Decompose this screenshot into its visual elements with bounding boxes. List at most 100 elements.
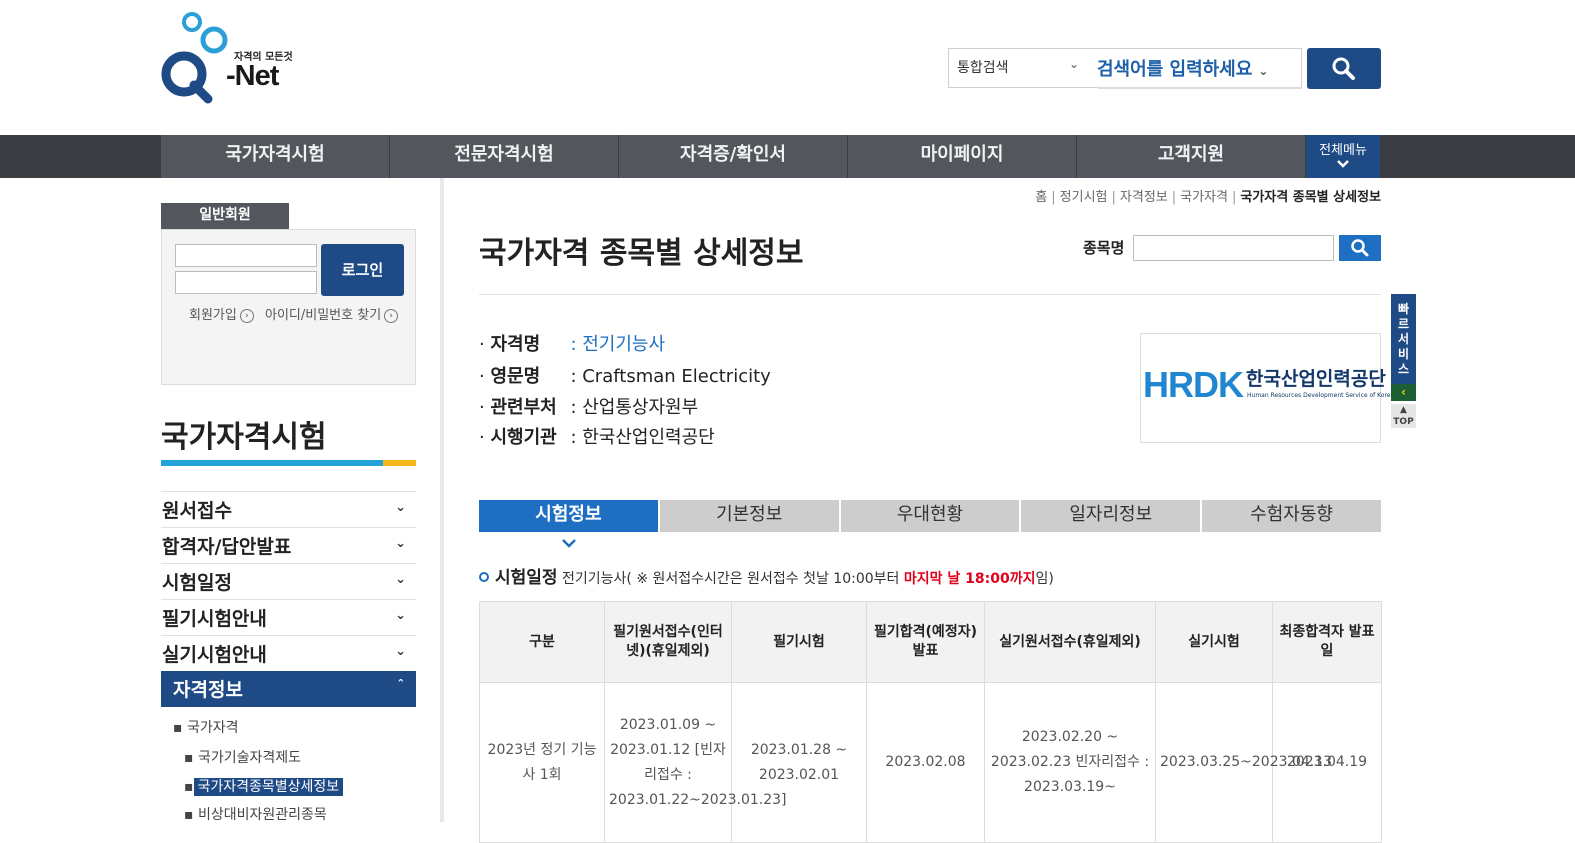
find-account-label: 아이디/비밀번호 찾기 (265, 308, 382, 323)
bullet-ring-icon (479, 572, 489, 582)
gnb-item-support[interactable]: 고객지원 (1077, 135, 1306, 178)
search-input[interactable]: 검색어를 입력하세요 ⌄ (1097, 49, 1301, 87)
breadcrumb: 홈 | 정기시험 | 자격정보 | 국가자격 | 국가자격 종목별 상세정보 (1035, 190, 1381, 205)
hrdk-logo: HRDK 한국산업인력공단 Human Resources Developmen… (1140, 333, 1394, 443)
search-scope-label: 통합검색 (957, 60, 1009, 76)
table-cell: 2023년 정기 기능사 1회 (479, 682, 605, 843)
chevron-down-icon: ⌄ (1258, 64, 1269, 78)
info-row-agency: · 시행기관: 한국산업인력공단 (479, 423, 715, 449)
table-header-row: 구분 필기원서접수(인터넷)(휴일제외) 필기시험 필기합격(예정자)발표 실기… (479, 601, 1382, 683)
sidebar-item-qualification-info[interactable]: 자격정보 ˆ (161, 671, 416, 707)
quick-service-panel: 빠르서비스 ‹ ▲ TOP (1391, 294, 1416, 434)
login-box: 로그인 회원가입 › 아이디/비밀번호 찾기 › (161, 229, 416, 385)
schedule-note-deadline: 마지막 날 18:00까지 (903, 571, 1036, 587)
table-header: 필기시험 (731, 601, 867, 683)
chevron-down-icon: ⌄ (395, 500, 406, 515)
sub-item-label: 비상대비자원관리종목 (197, 807, 327, 823)
chevron-down-icon: ⌄ (395, 572, 406, 587)
sub-item-national-qualification[interactable]: ▪ 국가자격 (173, 717, 238, 737)
table-header: 최종합격자 발표일 (1272, 601, 1382, 683)
info-value: : 한국산업인력공단 (570, 427, 715, 448)
table-cell: 2023.02.20 ~ 2023.02.23 빈자리접수 : 2023.03.… (984, 682, 1156, 843)
logo-text: -Net (226, 60, 279, 92)
tab-exam-info[interactable]: 시험정보 (479, 500, 660, 532)
signup-link[interactable]: 회원가입 › (189, 304, 254, 323)
active-tab-pointer-icon (562, 536, 576, 552)
sidebar-item-label: 자격정보 (173, 679, 243, 701)
search-input-underline (1098, 87, 1302, 89)
login-button[interactable]: 로그인 (321, 244, 404, 296)
breadcrumb-current: 국가자격 종목별 상세정보 (1240, 190, 1381, 205)
sidebar-item-application[interactable]: 원서접수 ⌄ (161, 491, 416, 527)
chevron-down-icon: ⌄ (395, 536, 406, 551)
sidebar-item-label: 실기시험안내 (162, 644, 267, 666)
sidebar-item-schedule[interactable]: 시험일정 ⌄ (161, 563, 416, 599)
chevron-down-icon (1337, 160, 1349, 168)
schedule-title: 시험일정 (495, 568, 558, 588)
qnet-logo[interactable]: 자격의 모든것 -Net (160, 12, 300, 107)
page-title: 국가자격 종목별 상세정보 (479, 236, 804, 271)
chevron-down-icon: ⌄ (1068, 57, 1079, 71)
table-cell: 2023.04.19 (1272, 682, 1382, 843)
search-bar: 통합검색 ⌄ 검색어를 입력하세요 ⌄ (948, 48, 1302, 88)
info-tabs: 시험정보 기본정보 우대현황 일자리정보 수험자동향 (479, 500, 1381, 532)
breadcrumb-home[interactable]: 홈 (1035, 190, 1047, 205)
table-header: 실기원서접수(휴일제외) (984, 601, 1156, 683)
search-scope-select[interactable]: 통합검색 ⌄ (949, 49, 1089, 87)
sidebar-item-written-guide[interactable]: 필기시험안내 ⌄ (161, 599, 416, 635)
tab-preference[interactable]: 우대현황 (840, 500, 1022, 532)
search-placeholder: 검색어를 입력하세요 (1097, 59, 1253, 80)
all-menu-button[interactable]: 전체메뉴 (1306, 135, 1380, 178)
sidebar-item-label: 합격자/답안발표 (162, 536, 292, 558)
top-button[interactable]: ▲ TOP (1391, 404, 1416, 428)
sidebar-item-label: 원서접수 (162, 500, 232, 522)
gnb-item-mypage[interactable]: 마이페이지 (848, 135, 1077, 178)
gnb-item-professional-exam[interactable]: 전문자격시험 (390, 135, 619, 178)
sidebar-item-practical-guide[interactable]: 실기시험안내 ⌄ (161, 635, 416, 671)
jongmok-search-input[interactable] (1133, 235, 1334, 261)
sub-item-tech-system[interactable]: ▪ 국가기술자격제도 (184, 747, 301, 767)
sub-item-label: 국가기술자격제도 (197, 750, 301, 766)
circle-arrow-icon: › (239, 309, 254, 323)
breadcrumb-item[interactable]: 정기시험 (1060, 190, 1108, 205)
tab-candidate-trends[interactable]: 수험자동향 (1202, 500, 1381, 532)
info-key: 영문명 (490, 366, 541, 387)
chevron-left-icon[interactable]: ‹ (1391, 384, 1416, 401)
password-input[interactable] (175, 271, 317, 294)
sub-item-detail-info[interactable]: ▪ 국가자격종목별상세정보 (184, 776, 344, 796)
table-cell: 2023.01.09 ~ 2023.01.12 [빈자리접수 : 2023.01… (604, 682, 787, 843)
circle-arrow-icon: › (384, 309, 399, 323)
schedule-heading: 시험일정 전기기능사( ※ 원서접수시간은 원서접수 첫날 10:00부터 마지… (479, 563, 1054, 588)
sub-item-emergency[interactable]: ▪ 비상대비자원관리종목 (184, 804, 327, 824)
top-label: TOP (1393, 417, 1414, 427)
tab-jobs[interactable]: 일자리정보 (1021, 500, 1203, 532)
title-divider (479, 294, 1381, 295)
sub-item-label: 국가자격 (186, 720, 239, 736)
gnb-item-national-exam[interactable]: 국가자격시험 (161, 135, 390, 178)
signup-link-label: 회원가입 (189, 308, 237, 323)
global-nav: 국가자격시험 전문자격시험 자격증/확인서 마이페이지 고객지원 전체메뉴 (0, 135, 1575, 178)
tab-basic-info[interactable]: 기본정보 (659, 500, 841, 532)
id-input[interactable] (175, 244, 317, 267)
table-header: 구분 (479, 601, 605, 683)
info-key: 관련부처 (490, 397, 557, 418)
info-row-ministry: · 관련부처: 산업통상자원부 (479, 393, 698, 419)
table-header: 필기원서접수(인터넷)(휴일제외) (604, 601, 732, 683)
gnb-item-certificate[interactable]: 자격증/확인서 (619, 135, 848, 178)
breadcrumb-item[interactable]: 국가자격 (1180, 190, 1228, 205)
sidebar-section-title: 국가자격시험 (161, 420, 327, 455)
jongmok-label: 종목명 (1083, 239, 1125, 257)
search-button[interactable] (1307, 48, 1381, 89)
sidebar-item-results[interactable]: 합격자/답안발표 ⌄ (161, 527, 416, 563)
info-key: 자격명 (490, 334, 541, 355)
breadcrumb-item[interactable]: 자격정보 (1120, 190, 1168, 205)
quick-service-button[interactable]: 빠르서비스 (1391, 294, 1416, 384)
table-cell: 2023.02.08 (866, 682, 985, 843)
find-account-link[interactable]: 아이디/비밀번호 찾기 › (265, 304, 399, 323)
sidebar-divider (440, 178, 444, 822)
jongmok-search-button[interactable] (1339, 235, 1381, 261)
info-row-name: · 자격명: 전기기능사 (479, 330, 665, 356)
all-menu-label: 전체메뉴 (1319, 143, 1367, 158)
table-row: 2023년 정기 기능사 1회 2023.01.09 ~ 2023.01.12 … (479, 682, 1382, 843)
info-key: 시행기관 (490, 427, 557, 448)
